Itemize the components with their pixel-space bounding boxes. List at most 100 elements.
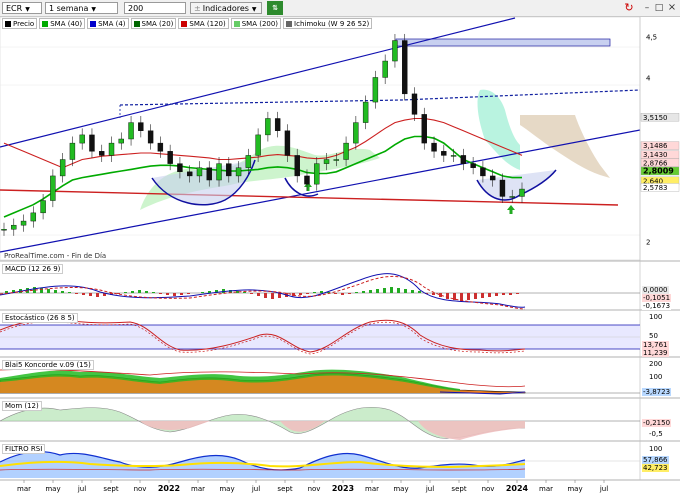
candle: [245, 155, 252, 168]
legend-item[interactable]: SMA (40): [39, 18, 86, 29]
koncorde-label[interactable]: Blai5 Koncorde v.09 (15): [2, 360, 94, 370]
legend-item[interactable]: SMA (120): [178, 18, 229, 29]
x-tick: mar: [365, 485, 379, 493]
maximize-icon[interactable]: □: [654, 1, 664, 15]
candle: [470, 163, 476, 168]
macd-bar: [320, 291, 323, 293]
toolbar: ECR▼ 1 semana▼ 200 unidades▼ ±Indicadore…: [0, 0, 680, 25]
legend-swatch: [286, 20, 293, 27]
candle: [353, 122, 359, 144]
stochastic-axis: 100 50 13,761 11,239: [641, 311, 680, 357]
macd-bar: [159, 293, 162, 294]
legend-label: SMA (200): [241, 19, 279, 28]
macd-value: -0,1051: [642, 294, 672, 302]
x-tick: 2023: [332, 484, 354, 493]
candle: [265, 118, 271, 136]
candle: [128, 122, 134, 140]
x-tick: 2022: [158, 484, 180, 493]
y-tick: 4: [646, 74, 651, 82]
candle: [157, 142, 164, 152]
macd-bar: [306, 293, 309, 294]
units-selector[interactable]: 200 unidades▼: [124, 2, 186, 25]
candle: [284, 130, 291, 156]
x-tick: jul: [77, 485, 86, 493]
macd-bar: [502, 293, 505, 295]
momentum-label[interactable]: Mom (12): [2, 401, 42, 411]
candle: [196, 167, 203, 177]
chart-legend: Precio SMA (40) SMA (4) SMA (20) SMA (120) SM…: [2, 18, 373, 29]
indicators-button[interactable]: ± Indicadores ▼: [190, 2, 262, 14]
symbol-selector[interactable]: ECR ▼: [2, 2, 42, 14]
price-label: 3,1486: [643, 142, 668, 150]
candle: [274, 118, 281, 131]
macd-bar: [54, 290, 57, 293]
macd-axis: 0,0000 -0,1051 -0,1673: [641, 262, 680, 310]
stoch-tick: 50: [649, 332, 658, 340]
candle: [20, 220, 27, 226]
chart-tool-icon[interactable]: ⇅: [267, 1, 283, 15]
candle: [402, 40, 408, 95]
macd-bar: [383, 288, 386, 293]
legend-item[interactable]: SMA (20): [130, 18, 177, 29]
macd-bar: [313, 292, 316, 293]
refresh-icon[interactable]: ↻: [622, 1, 636, 15]
momentum-tick: -0,5: [649, 430, 663, 438]
legend-item[interactable]: Precio: [2, 18, 38, 29]
candle: [294, 155, 300, 177]
chevron-down-icon: ▼: [25, 6, 30, 13]
x-tick: mar: [17, 485, 31, 493]
macd-bar: [264, 293, 267, 298]
koncorde-value: -3,8723: [642, 388, 672, 396]
stoch-value: 11,239: [642, 349, 669, 357]
candle: [372, 77, 379, 103]
macd-bar: [166, 293, 169, 295]
macd-bar: [418, 291, 421, 293]
candle: [323, 159, 330, 164]
x-tick: may: [219, 485, 234, 493]
candle: [40, 200, 46, 214]
rsi-tick: 100: [649, 445, 663, 453]
candle: [431, 142, 437, 152]
candle: [59, 159, 66, 177]
x-tick: may: [45, 485, 60, 493]
macd-bar: [509, 293, 512, 295]
watermark: ProRealTime.com - Fin de Día: [4, 252, 107, 260]
close-icon[interactable]: ×: [666, 1, 678, 15]
legend-label: SMA (40): [50, 19, 83, 28]
macd-value: -0,1673: [642, 302, 672, 310]
macd-bar: [145, 291, 148, 293]
price-label: 3,5150: [643, 114, 668, 122]
candle: [1, 229, 7, 231]
period-selector[interactable]: 1 semana ▼: [45, 2, 118, 14]
candle: [177, 163, 183, 173]
candle: [108, 142, 115, 156]
candle: [186, 171, 193, 177]
macd-bar: [467, 293, 470, 300]
macd-label[interactable]: MACD (12 26 9): [2, 264, 64, 274]
macd-bar: [411, 290, 414, 293]
plus-icon: ±: [194, 4, 201, 13]
macd-bar: [334, 293, 337, 294]
rsi-axis: 100 57,866 42,723: [641, 442, 680, 480]
candle: [304, 175, 310, 185]
x-tick: jul: [425, 485, 434, 493]
candle: [255, 134, 261, 156]
stochastic-label[interactable]: Estocástico (26 8 5): [2, 313, 78, 323]
candle: [138, 122, 144, 131]
candle: [441, 151, 447, 156]
rsi-label[interactable]: FILTRO RSI: [2, 444, 46, 454]
rsi-value: 42,723: [642, 464, 669, 472]
candle: [226, 163, 232, 177]
legend-item[interactable]: SMA (200): [230, 18, 282, 29]
legend-item[interactable]: Ichimoku (W 9 26 52): [283, 18, 373, 29]
macd-bar: [82, 293, 85, 295]
legend-item[interactable]: SMA (4): [87, 18, 129, 29]
candle: [509, 196, 515, 198]
minimize-icon[interactable]: –: [642, 1, 652, 15]
koncorde-panel: [0, 369, 640, 395]
x-tick: may: [567, 485, 582, 493]
candle: [235, 167, 242, 177]
macd-bar: [376, 289, 379, 293]
price-axis: 4,5423,51503,14863,14302,87662,80092,640…: [640, 33, 680, 247]
legend-swatch: [233, 20, 240, 27]
